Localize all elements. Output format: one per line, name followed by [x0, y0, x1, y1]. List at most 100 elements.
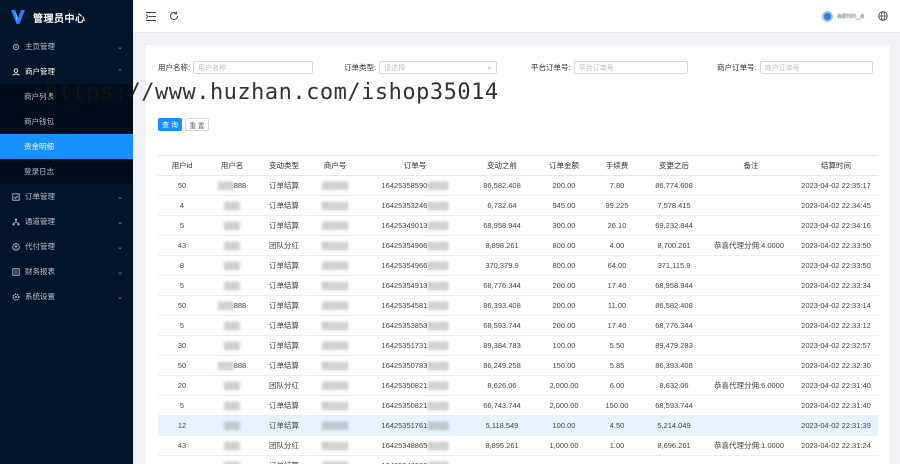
order-number: 16425354913 — [381, 281, 428, 290]
cell-order: 16425348865▒▒▒▒ — [360, 435, 470, 456]
sidebar-item-order[interactable]: 订单管理 ⌄ — [0, 184, 133, 209]
table-row[interactable]: 5 ▒▒▒ 订单结算 ▒▒▒▒▒ 16425350821▒▒▒▒ 66,743.744 2,… — [158, 395, 878, 416]
filter-merchant-order: 商户订单号: 商户订单号 — [717, 61, 873, 74]
table-row[interactable]: 50 ▒▒▒888 订单结算 ▒▒▒▒▒ 16425350783▒▒▒▒ 86,249.2… — [158, 355, 878, 376]
cell-amount: 800.00 — [534, 235, 594, 256]
cell-time: 2023-04-02 22:32:30 — [794, 355, 878, 376]
sidebar-item-payout[interactable]: 代付管理 ⌄ — [0, 234, 133, 259]
table-row[interactable]: 50 ▒▒▒888 订单结算 ▒▒▒▒▒ 16425354581▒▒▒▒ 86,393.4… — [158, 295, 878, 316]
user-name-input[interactable]: 用户名称 — [193, 61, 314, 74]
cell-uname: ▒▒▒ — [206, 415, 258, 436]
cell-time: 2023-04-02 22:31:24 — [794, 435, 878, 456]
masked-username: ▒▒▒ — [224, 261, 240, 270]
order-number: 16425351731 — [381, 341, 428, 350]
cell-amount: 2,000.00 — [534, 375, 594, 396]
cell-amount: 100.00 — [534, 335, 594, 356]
cell-type: 订单结算 — [258, 415, 310, 436]
cell-time: 2023-04-02 22:33:50 — [794, 255, 878, 276]
table-row[interactable]: 50 ▒▒▒888 订单结算 ▒▒▒▒▒ 16425358590▒▒▒▒ 86,582.4… — [158, 175, 878, 196]
language-globe-icon[interactable] — [878, 11, 888, 21]
cell-uid: 5 — [158, 395, 206, 416]
order-number: 16425351761 — [381, 421, 428, 430]
refresh-icon[interactable] — [168, 10, 180, 22]
cell-after: 8,700.261 — [640, 235, 708, 256]
avatar[interactable] — [822, 10, 834, 22]
username[interactable]: admin_a — [837, 13, 864, 20]
sidebar-item-label: 商户管理 — [25, 67, 55, 76]
submenu-item[interactable]: 商户列表 — [0, 84, 133, 109]
order-number: 16425353853 — [381, 321, 428, 330]
username-suffix: 888 — [233, 181, 247, 190]
cell-after: 89,479.283 — [640, 335, 708, 356]
cell-order: 16425351761▒▒▒▒ — [360, 415, 470, 436]
chevron-down-icon: ⌄ — [117, 293, 123, 301]
sidebar-item-user[interactable]: 商户管理 ⌃ — [0, 59, 133, 84]
cell-fee: 4.50 — [594, 415, 640, 436]
table-row[interactable]: 30 ▒▒▒ 订单结算 ▒▒▒▒▒ 16425351731▒▒▒▒ 89,384.783 1… — [158, 335, 878, 356]
table-row[interactable]: 43 ▒▒▒ 团队分红 ▒▒▒▒▒ 16425354966▒▒▒▒ 8,898.261 80… — [158, 235, 878, 256]
cell-merchant: ▒▒▒▒▒ — [310, 295, 360, 316]
reset-button[interactable]: 重 置 — [185, 118, 209, 131]
cell-note: 恭喜代理分佣:1.0000 — [708, 435, 794, 456]
cell-after: 86,393.408 — [640, 355, 708, 376]
cell-type: 团队分红 — [258, 435, 310, 456]
sidebar-item-report[interactable]: 财务报表 ⌄ — [0, 259, 133, 284]
table-row[interactable]: 5 ▒▒▒ 订单结算 ▒▒▒▒▒ 16425353853▒▒▒▒ 68,593.744 20… — [158, 315, 878, 336]
cell-time: 2023-04-02 22:32:57 — [794, 335, 878, 356]
cell-note — [708, 175, 794, 196]
cell-amount: 200.00 — [534, 175, 594, 196]
platform-order-label: 平台订单号: — [531, 63, 571, 72]
cell-time: 2023-04-02 22:34:16 — [794, 215, 878, 236]
masked-order-suffix: ▒▒▒▒ — [427, 341, 449, 350]
platform-order-input[interactable]: 平台订单号 — [573, 61, 688, 74]
cell-fee: 5.85 — [594, 355, 640, 376]
table-row[interactable]: 5 ▒▒▒ 订单结算 ▒▒▒▒▒ 16425354913▒▒▒▒ 68,776.344 20… — [158, 275, 878, 296]
masked-merchant-id: ▒▒▒▒▒ — [321, 281, 349, 290]
table-row[interactable]: ▒▒▒订单结算▒▒▒▒▒16425348000▒▒▒▒ — [158, 455, 878, 464]
table-row[interactable]: 12 ▒▒▒ 订单结算 ▒▒▒▒▒ 16425351761▒▒▒▒ 5,118.549 10… — [158, 415, 878, 436]
masked-order-suffix: ▒▒▒▒ — [427, 301, 449, 310]
menu-fold-icon[interactable] — [145, 10, 157, 22]
cell-note — [708, 395, 794, 416]
cell-type: 订单结算 — [258, 355, 310, 376]
table-header-row: 用户id 用户名 变动类型 商户号 订单号 变动之前 订单金额 手续费 变更之后 备注 结算时间 — [158, 155, 878, 176]
cell-after: 69,232.844 — [640, 215, 708, 236]
cell-before: 68,776.344 — [470, 275, 534, 296]
sidebar-item-label: 财务报表 — [25, 267, 55, 276]
submenu-item[interactable]: 资金明细 — [0, 134, 133, 159]
sidebar-item-channel[interactable]: 通道管理 ⌄ — [0, 209, 133, 234]
order-icon — [11, 192, 20, 201]
order-number: 16425354966 — [381, 241, 428, 250]
cell-merchant: ▒▒▒▒▒ — [310, 195, 360, 216]
cell-uid: 20 — [158, 375, 206, 396]
sidebar-item-gear[interactable]: 主页管理 ⌄ — [0, 34, 133, 59]
masked-username: ▒▒▒ — [224, 281, 240, 290]
query-button[interactable]: 查 询 — [158, 118, 182, 131]
cell-merchant: ▒▒▒▒▒ — [310, 435, 360, 456]
cell-merchant: ▒▒▒▒▒ — [310, 355, 360, 376]
order-number: 16425350783 — [381, 361, 428, 370]
cell-uname: ▒▒▒888 — [206, 295, 258, 316]
merchant-order-input[interactable]: 商户订单号 — [759, 61, 873, 74]
table-row[interactable]: 4 ▒▒▒ 订单结算 ▒▒▒▒▒ 16425353246▒▒▒▒ 6,732.64 945.… — [158, 195, 878, 216]
submenu-item[interactable]: 商户钱包 — [0, 109, 133, 134]
cell-uid: 43 — [158, 235, 206, 256]
cell-uid: 4 — [158, 195, 206, 216]
order-type-select[interactable]: 请选择 ⌄ — [379, 61, 498, 74]
submenu-item[interactable]: 登录日志 — [0, 159, 133, 184]
table-row[interactable]: 20 ▒▒▒ 团队分红 ▒▒▒▒▒ 16425350821▒▒▒▒ 8,626.06 2,0… — [158, 375, 878, 396]
chevron-down-icon: ⌄ — [117, 268, 123, 276]
cell-time: 2023-04-02 22:33:12 — [794, 315, 878, 336]
column-header: 手续费 — [594, 155, 640, 176]
cell-after — [640, 455, 708, 464]
chevron-down-icon: ⌄ — [486, 64, 493, 71]
masked-username: ▒▒▒ — [224, 441, 240, 450]
sidebar-item-settings[interactable]: 系统设置 ⌄ — [0, 284, 133, 309]
table-row[interactable]: 43 ▒▒▒ 团队分红 ▒▒▒▒▒ 16425348865▒▒▒▒ 8,895.261 1,… — [158, 435, 878, 456]
cell-merchant: ▒▒▒▒▒ — [310, 395, 360, 416]
table-row[interactable]: 5 ▒▒▒ 订单结算 ▒▒▒▒▒ 16425349013▒▒▒▒ 68,958.944 30… — [158, 215, 878, 236]
table-row[interactable]: 8 ▒▒▒ 订单结算 ▒▒▒▒▒ 16425354966▒▒▒▒ 370,379.9 800… — [158, 255, 878, 276]
cell-note — [708, 415, 794, 436]
cell-time: 2023-04-02 22:34:45 — [794, 195, 878, 216]
cell-type: 订单结算 — [258, 335, 310, 356]
